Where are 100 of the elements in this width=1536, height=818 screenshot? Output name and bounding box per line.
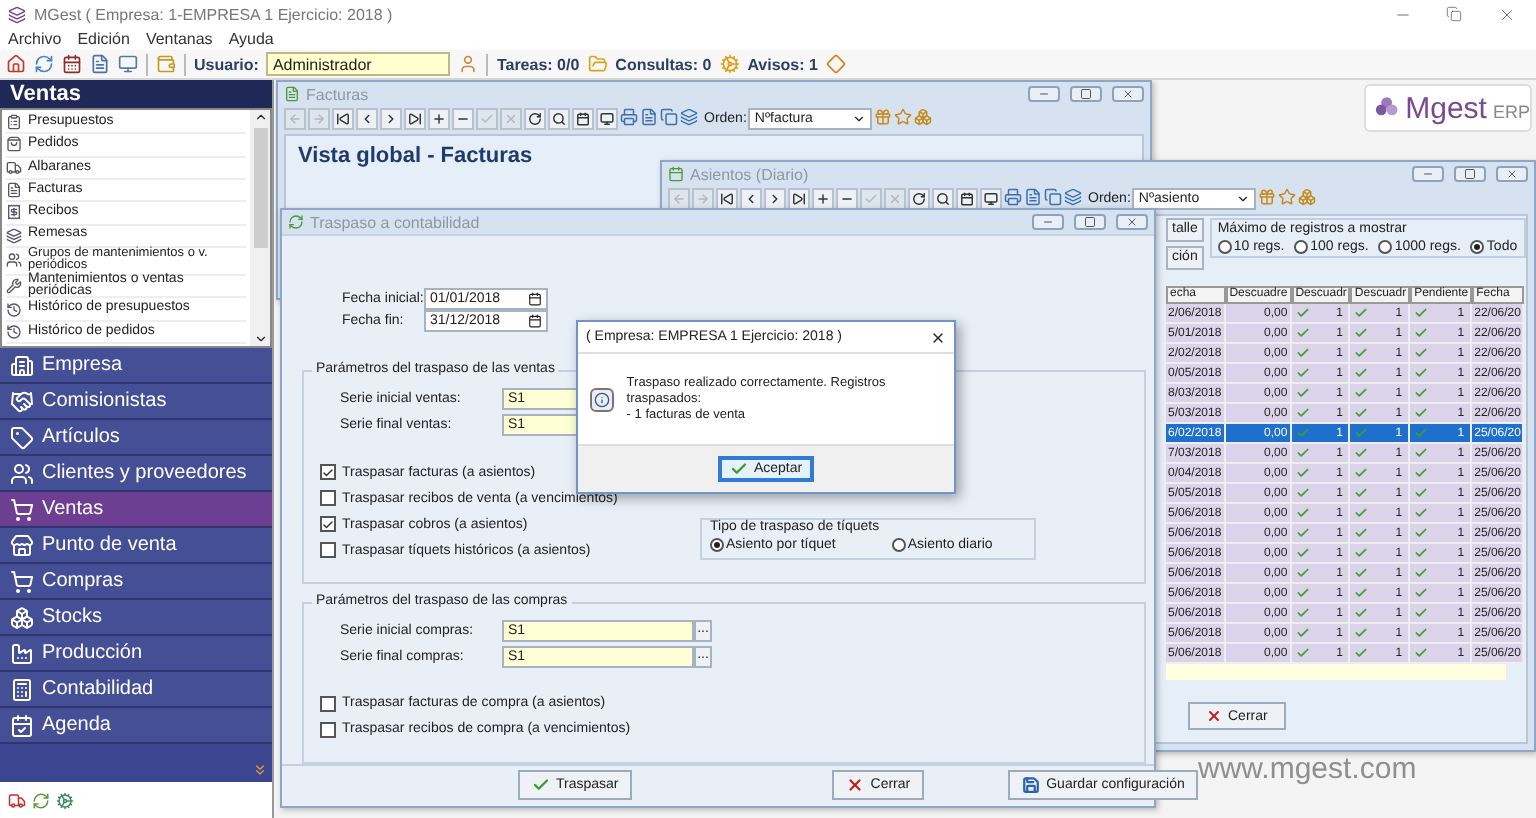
folder-icon[interactable] xyxy=(587,54,608,74)
scroll-down-icon[interactable] xyxy=(253,332,267,346)
last-button[interactable] xyxy=(404,108,426,130)
calendar-icon xyxy=(10,713,34,737)
copy-icon[interactable] xyxy=(1044,188,1062,206)
sidebar-title: Ventas xyxy=(0,80,272,108)
chevrons-down-icon[interactable] xyxy=(252,762,268,778)
sidebar-section[interactable]: Punto de venta xyxy=(0,528,272,564)
sidebar-section[interactable]: Clientes y proveedores xyxy=(0,456,272,492)
scroll-up-icon[interactable] xyxy=(253,110,267,124)
minimize-button[interactable] xyxy=(1412,166,1444,182)
refresh-button[interactable] xyxy=(908,188,930,210)
check-icon xyxy=(729,460,748,478)
next-button[interactable] xyxy=(764,188,786,210)
boxes-icon[interactable] xyxy=(1298,188,1317,206)
maximize-button[interactable] xyxy=(1074,214,1106,230)
remove-button[interactable] xyxy=(836,188,858,210)
boxes-icon[interactable] xyxy=(914,108,933,126)
refresh-icon[interactable] xyxy=(34,54,54,74)
calendar-button[interactable] xyxy=(572,108,594,130)
maximize-button[interactable] xyxy=(1454,166,1486,182)
last-button[interactable] xyxy=(788,188,810,210)
remove-button[interactable] xyxy=(452,108,474,130)
sidebar-section[interactable]: Stocks xyxy=(0,600,272,636)
minimize-button[interactable] xyxy=(1032,214,1064,230)
document-icon[interactable] xyxy=(90,54,110,74)
user-field[interactable]: Administrador xyxy=(266,52,451,76)
close-button[interactable] xyxy=(1116,214,1148,230)
menu-item[interactable]: Edición xyxy=(77,30,130,48)
document-icon xyxy=(6,182,22,199)
sidebar-section[interactable]: Comisionistas xyxy=(0,384,272,420)
handshake-icon xyxy=(10,389,34,413)
menu-item[interactable]: Archivo xyxy=(8,30,62,48)
close-icon[interactable] xyxy=(930,329,946,345)
sidebar-section[interactable]: Artículos xyxy=(0,420,272,456)
sidebar-section[interactable]: Contabilidad xyxy=(0,672,272,708)
sidebar-section[interactable]: Producción xyxy=(0,636,272,672)
document-icon[interactable] xyxy=(1024,188,1042,206)
refresh-button[interactable] xyxy=(524,108,546,130)
gift-icon[interactable] xyxy=(874,108,893,126)
minimize-button[interactable] xyxy=(1028,86,1060,102)
copy-icon[interactable] xyxy=(660,108,678,126)
refresh-icon[interactable] xyxy=(32,791,50,809)
menu-item[interactable]: Ayuda xyxy=(228,30,274,48)
monitor-button[interactable] xyxy=(596,108,618,130)
previous-button[interactable] xyxy=(740,188,762,210)
calendar-icon xyxy=(576,112,590,126)
home-icon[interactable] xyxy=(6,54,26,74)
gear-icon[interactable] xyxy=(56,791,74,809)
wallet-icon[interactable] xyxy=(156,54,176,74)
monitor-icon[interactable] xyxy=(118,54,138,74)
store-icon xyxy=(10,533,34,557)
website-text: www.mgest.com xyxy=(1198,752,1417,786)
queries-counter[interactable]: Consultas: 0 xyxy=(615,55,712,73)
alerts-counter[interactable]: Avisos: 1 xyxy=(747,55,818,73)
search-button[interactable] xyxy=(548,108,570,130)
menu-item[interactable]: Ventanas xyxy=(145,30,213,48)
forward-icon xyxy=(696,192,710,206)
previous-button[interactable] xyxy=(356,108,378,130)
calendar-icon[interactable] xyxy=(62,54,82,74)
truck-icon[interactable] xyxy=(8,791,26,809)
first-button[interactable] xyxy=(332,108,354,130)
sidebar-section[interactable]: Empresa xyxy=(0,348,272,384)
close-icon xyxy=(1126,216,1138,228)
sidebar-section[interactable]: Ventas xyxy=(0,492,272,528)
forward-icon xyxy=(312,112,326,126)
gift-icon[interactable] xyxy=(1258,188,1277,206)
calendar-icon[interactable] xyxy=(528,292,542,306)
maximize-button[interactable] xyxy=(1070,86,1102,102)
printer-icon[interactable] xyxy=(1004,188,1022,206)
close-button[interactable] xyxy=(1496,166,1528,182)
add-button[interactable] xyxy=(428,108,450,130)
window-title: Asientos (Diario) xyxy=(690,165,811,183)
add-button[interactable] xyxy=(812,188,834,210)
gear-icon[interactable] xyxy=(719,54,740,74)
truck-icon xyxy=(6,159,22,176)
back-icon xyxy=(672,192,686,206)
star-icon[interactable] xyxy=(894,108,913,126)
layers-icon[interactable] xyxy=(680,108,698,126)
document-icon[interactable] xyxy=(640,108,658,126)
monitor-icon xyxy=(600,112,614,126)
diamond-icon[interactable] xyxy=(825,54,846,74)
close-button[interactable] xyxy=(1112,86,1144,102)
printer-icon[interactable] xyxy=(620,108,638,126)
star-icon[interactable] xyxy=(1278,188,1297,206)
calendar-icon[interactable] xyxy=(528,314,542,328)
remove-icon xyxy=(456,112,470,126)
next-icon xyxy=(384,112,398,126)
layers-icon[interactable] xyxy=(1064,188,1082,206)
sidebar-section[interactable]: Compras xyxy=(0,564,272,600)
search-button[interactable] xyxy=(932,188,954,210)
tasks-counter[interactable]: Tareas: 0/0 xyxy=(496,55,580,73)
bag-icon xyxy=(6,136,22,153)
first-button[interactable] xyxy=(716,188,738,210)
user-icon[interactable] xyxy=(458,54,479,74)
calendar-button[interactable] xyxy=(956,188,978,210)
sidebar-section[interactable]: Agenda xyxy=(0,708,272,744)
next-button[interactable] xyxy=(380,108,402,130)
receipt-icon xyxy=(6,204,22,221)
monitor-button[interactable] xyxy=(980,188,1002,210)
